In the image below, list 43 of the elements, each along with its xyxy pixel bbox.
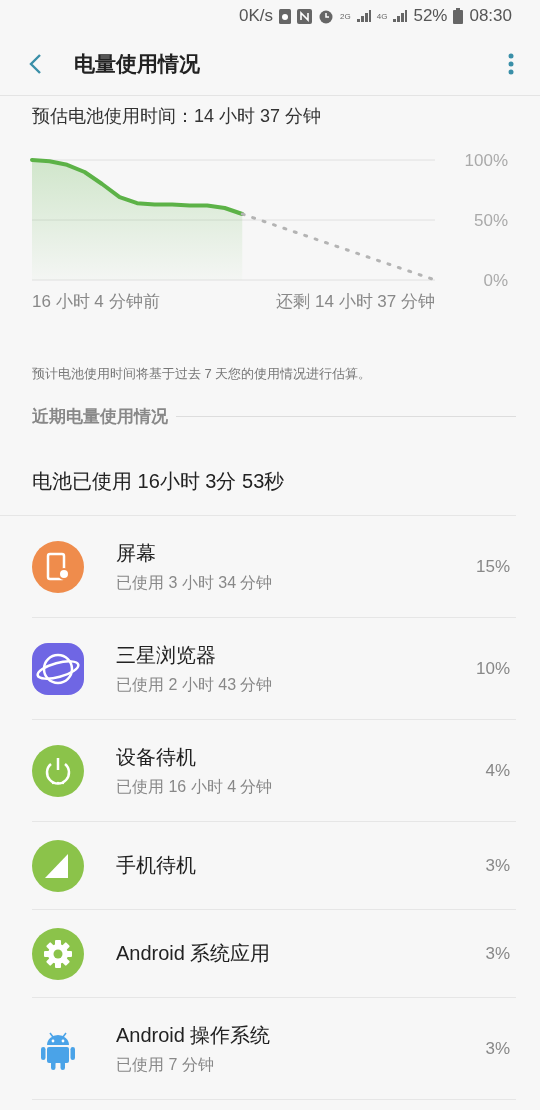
screen-brightness-icon (32, 540, 84, 593)
usage-time: 已使用 3 小时 34 分钟 (116, 572, 274, 593)
axis-label: 100% (464, 151, 508, 170)
axis-label: 还剩 14 小时 37 分钟 (276, 291, 435, 313)
battery-icon (453, 8, 464, 24)
app-name[interactable]: 屏幕 (116, 539, 476, 567)
section-header: 近期电量使用情况 (32, 406, 168, 428)
network-speed: 0K/s (239, 6, 274, 26)
signal-icon (393, 10, 408, 22)
usage-percent: 3% (485, 855, 510, 876)
app-name[interactable]: Android 系统应用 (116, 940, 486, 967)
battery-used-total: 电池已使用 16小时 3分 53秒 (0, 428, 516, 516)
nfc-icon (297, 8, 313, 24)
usage-percent: 3% (485, 1038, 510, 1059)
estimate-text: 预估电池使用时间：14 小时 37 分钟 (31, 105, 323, 128)
network-label: 4G (376, 11, 388, 21)
network-label: 2G (340, 11, 351, 21)
app-name[interactable]: 设备待机 (116, 743, 486, 771)
usage-percent: 10% (475, 658, 510, 679)
app-name[interactable]: 手机待机 (116, 852, 486, 879)
clock: 08:30 (469, 6, 512, 26)
page-title: 电量使用情况 (74, 50, 201, 77)
axis-label: 0% (483, 271, 508, 290)
usage-percent: 3% (485, 943, 510, 964)
signal-icon (32, 839, 84, 892)
usage-time: 已使用 7 分钟 (116, 1054, 215, 1075)
usage-time: 已使用 2 小时 43 分钟 (116, 674, 274, 695)
usage-percent: 4% (485, 760, 510, 781)
more-options-icon[interactable] (508, 52, 514, 75)
app-name[interactable]: 三星浏览器 (116, 641, 476, 669)
battery-saver-icon (279, 8, 292, 24)
signal-icon (356, 10, 371, 22)
planet-icon (32, 642, 84, 695)
estimate-note: 预计电池使用时间将基于过去 7 天您的使用情况进行估算。 (31, 365, 373, 383)
power-icon (32, 744, 84, 797)
gear-icon (32, 927, 84, 980)
axis-label: 16 小时 4 分钟前 (32, 291, 160, 313)
axis-label: 50% (473, 211, 508, 230)
app-name[interactable]: Android 操作系统 (116, 1021, 486, 1049)
usage-time: 已使用 16 小时 4 分钟 (116, 776, 274, 797)
usage-percent: 15% (475, 556, 510, 577)
alarm-icon (318, 8, 335, 24)
battery-percent: 52% (413, 6, 448, 26)
